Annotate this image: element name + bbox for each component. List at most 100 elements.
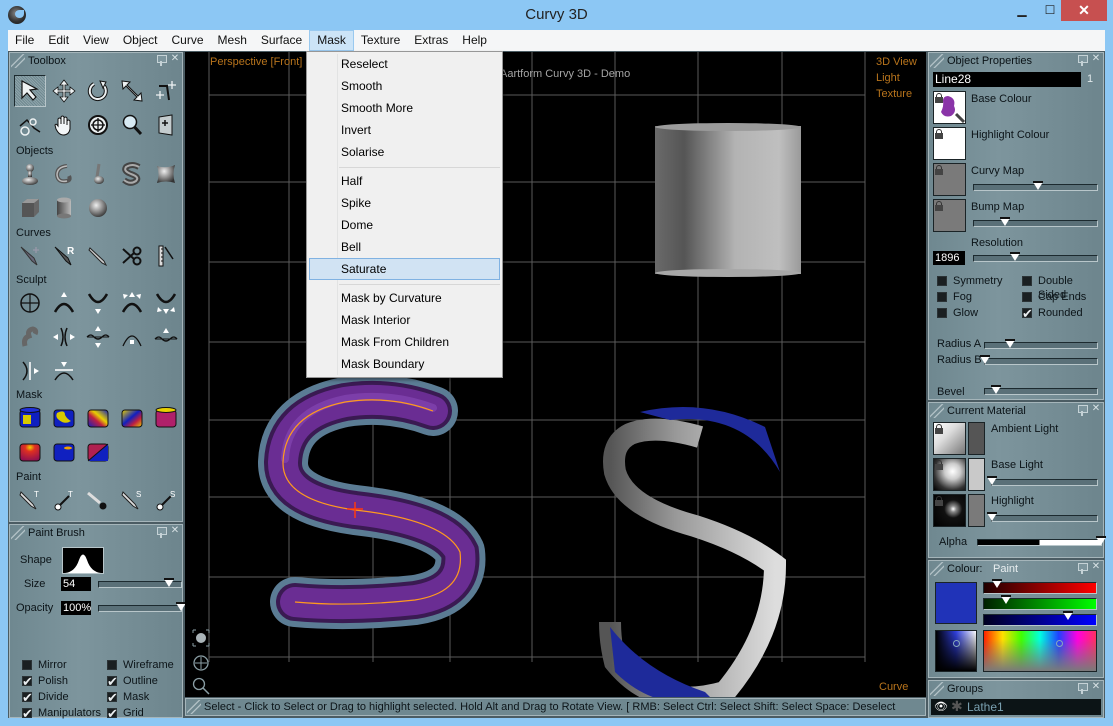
3d-view-link[interactable]: 3D View [876,56,917,68]
tool-rotate[interactable] [82,75,114,107]
slider-thumb[interactable] [1096,536,1106,545]
tool-paint-brush-t[interactable]: T [14,484,46,516]
grid-checkbox[interactable]: ✔ Grid [107,706,144,721]
maximize-button[interactable]: ☐ [1036,0,1064,21]
curvy-map-swatch[interactable] [933,163,966,196]
picker-marker[interactable] [953,640,960,647]
tool-mask-invert[interactable] [116,402,148,434]
opacity-slider[interactable] [98,602,186,612]
tool-curve-measure[interactable] [150,240,182,272]
lock-icon[interactable] [935,496,943,506]
slider-thumb[interactable] [1004,339,1015,348]
brightness-picker[interactable] [935,630,977,672]
manipulators-checkbox[interactable]: ✔ Manipulators [22,706,101,721]
glow-checkbox[interactable]: Glow [937,306,978,320]
menu-curve[interactable]: Curve [165,30,211,51]
view-sphere-button[interactable] [191,628,211,648]
colour-header[interactable]: Colour: Paint ✕ [929,561,1103,577]
rounded-checkbox[interactable]: ✔ Rounded [1022,306,1083,321]
menu-file[interactable]: File [8,30,41,51]
tool-sculpt-sphere[interactable] [14,287,46,319]
tool-object-curl[interactable] [48,158,80,190]
resolution-slider[interactable] [973,252,1098,262]
tool-mask-top[interactable] [150,402,182,434]
tool-scale[interactable] [116,75,148,107]
grip-icon[interactable] [11,54,25,68]
opacity-field[interactable]: 100% [61,601,91,615]
3d-viewport[interactable]: Perspective [Front] Aartform Curvy 3D - … [185,52,926,697]
menu-help[interactable]: Help [455,30,494,51]
view-zoom-button[interactable] [191,676,211,696]
menu-surface[interactable]: Surface [254,30,309,51]
tool-zoom[interactable] [116,109,148,141]
purple-s-curve-object[interactable] [258,374,535,630]
groups-header[interactable]: Groups ✕ [929,681,1103,697]
object-name-field[interactable]: Line28 [933,72,1081,87]
pin-icon[interactable] [156,527,167,539]
paint-brush-header[interactable]: Paint Brush ✕ [10,525,182,541]
menu-item-mask-boundary[interactable]: Mask Boundary [309,353,500,375]
tool-mask-fade[interactable] [14,436,46,468]
pin-icon[interactable] [1077,55,1088,67]
tool-paint-brush-s[interactable]: S [116,484,148,516]
curvy-map-slider[interactable] [973,181,1098,191]
grip-icon[interactable] [930,404,944,418]
tool-object-lathe[interactable] [14,158,46,190]
tool-object-cushion[interactable] [150,158,182,190]
pin-icon[interactable] [1077,683,1088,695]
wireframe-checkbox[interactable]: Wireframe [107,658,174,672]
minimize-button[interactable]: ▁ [1008,0,1036,21]
tool-airbrush-s[interactable]: S [150,484,182,516]
tool-sculpt-dome[interactable] [116,321,148,353]
group-list-item[interactable]: 👁 ✱ Lathe1 [931,698,1101,715]
slider-thumb[interactable] [1001,595,1012,604]
menu-texture[interactable]: Texture [354,30,407,51]
lock-icon[interactable] [935,165,943,175]
view-pan-button[interactable] [191,653,211,673]
tool-sculpt-twist[interactable] [14,321,46,353]
menu-item-mask-interior[interactable]: Mask Interior [309,309,500,331]
base-colour-swatch[interactable] [933,91,966,124]
tool-object-cylinder[interactable] [48,192,80,224]
tool-object-sphere[interactable] [82,192,114,224]
radius-b-slider[interactable] [980,355,1098,365]
lock-icon[interactable] [935,201,943,211]
menu-item-reselect[interactable]: Reselect [309,53,500,75]
fog-checkbox[interactable]: Fog [937,290,972,304]
ambient-light-preview[interactable] [933,422,966,455]
curve-mode-label[interactable]: Curve [879,681,908,693]
blue-slider[interactable] [983,611,1097,626]
tool-sculpt-push[interactable] [82,287,114,319]
highlight-colour-swatch[interactable] [933,127,966,160]
close-button[interactable]: ✕ [1061,0,1107,21]
polish-checkbox[interactable]: ✔ Polish [22,674,68,689]
tool-sculpt-pinch[interactable] [48,321,80,353]
menu-mesh[interactable]: Mesh [211,30,254,51]
resolution-field[interactable]: 1896 [933,251,965,265]
red-slider[interactable] [983,579,1097,594]
slider-thumb[interactable] [1032,181,1043,190]
grip-icon[interactable] [187,700,201,714]
bump-map-swatch[interactable] [933,199,966,232]
mirror-checkbox[interactable]: Mirror [22,658,67,672]
slider-thumb[interactable] [992,579,1003,588]
panel-close-icon[interactable]: ✕ [169,53,181,65]
tool-object-horn[interactable] [82,158,114,190]
menu-item-solarise[interactable]: Solarise [309,141,500,163]
base-light-slider[interactable] [987,476,1098,486]
brush-shape-preview[interactable] [62,547,104,574]
menu-item-saturate[interactable]: Saturate [309,258,500,280]
alpha-slider[interactable] [977,536,1106,546]
menu-edit[interactable]: Edit [41,30,76,51]
bevel-slider[interactable] [984,385,1098,395]
colour-mode[interactable]: Paint [993,563,1018,575]
tool-select[interactable] [14,75,46,107]
tool-sculpt-flatten-side[interactable] [14,355,46,387]
asterisk-icon[interactable]: ✱ [951,698,963,715]
slider-thumb[interactable] [1063,611,1073,620]
tool-curve-pen[interactable] [82,240,114,272]
base-light-colour[interactable] [968,458,985,491]
radius-a-slider[interactable] [984,339,1098,349]
tool-mask-blob[interactable] [48,402,80,434]
tool-mask-square[interactable] [14,402,46,434]
